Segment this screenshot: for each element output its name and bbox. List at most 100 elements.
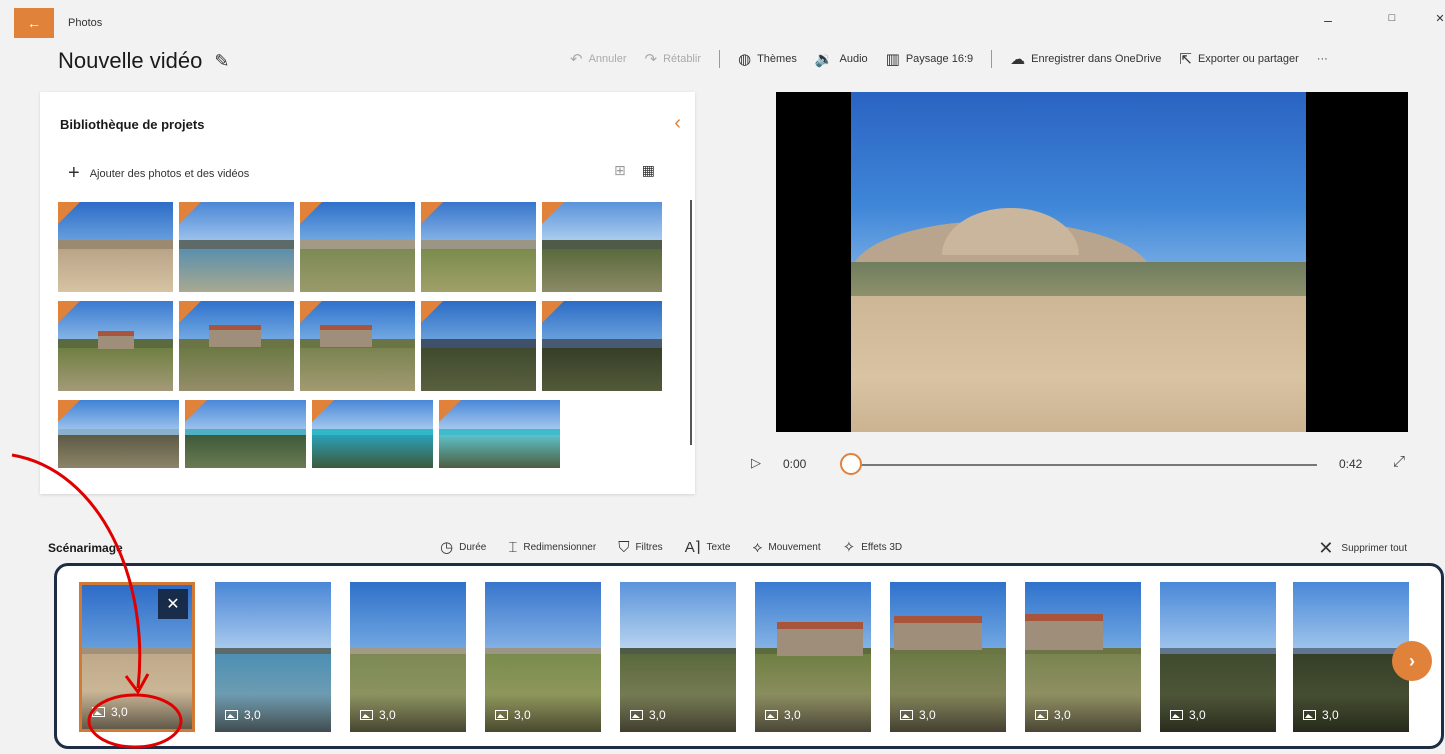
current-time: 0:00 [783, 457, 807, 471]
filters-label: Filtres [635, 541, 663, 553]
fullscreen-icon[interactable]: ⤢ [1393, 453, 1405, 470]
playback-bar: ▷ 0:00 0:42 ⤢ [745, 450, 1415, 480]
library-thumbnail[interactable] [179, 202, 294, 292]
seek-track[interactable] [851, 464, 1317, 466]
resize-icon: ⌶ [508, 538, 518, 556]
palette-icon: ◍ [737, 51, 752, 68]
clip-duration[interactable]: 3,0 [495, 708, 531, 722]
library-thumbnail[interactable] [421, 301, 536, 391]
library-thumbnail[interactable] [58, 400, 179, 468]
end-time: 0:42 [1339, 457, 1363, 471]
clip-duration[interactable]: 3,0 [1170, 708, 1206, 722]
resize-button[interactable]: ⌶ Redimensionner [508, 539, 596, 556]
motion-icon: ⟡ [752, 538, 763, 556]
library-thumbnail[interactable] [542, 301, 662, 391]
storyboard-clip[interactable]: 3,0 [485, 582, 601, 732]
add-media-button[interactable]: + Ajouter des photos et des vidéos [68, 162, 249, 185]
storyboard-clip[interactable]: 3,0 [350, 582, 466, 732]
library-thumbnail[interactable] [58, 301, 173, 391]
duration-label: Durée [459, 541, 487, 553]
image-icon [225, 710, 238, 720]
clip-duration[interactable]: 3,0 [1035, 708, 1071, 722]
view-toggle: ⊞ ▦ [614, 162, 655, 179]
clip-duration-label: 3,0 [244, 708, 261, 722]
redo-icon: ↷ [644, 51, 658, 68]
aspect-label: Paysage 16:9 [905, 53, 974, 65]
library-thumbnail[interactable] [300, 301, 415, 391]
duration-button[interactable]: ◷ Durée [440, 538, 486, 556]
video-preview[interactable] [776, 92, 1408, 432]
video-title-area: Nouvelle vidéo ✎ [58, 48, 229, 74]
export-button[interactable]: ⇱ Exporter ou partager [1179, 50, 1298, 68]
audio-button[interactable]: 🔉 Audio [815, 50, 868, 68]
3d-effects-button[interactable]: ✧ Effets 3D [843, 538, 903, 556]
clip-duration[interactable]: 3,0 [765, 708, 801, 722]
library-thumbnail[interactable] [179, 301, 294, 391]
storyboard-clip[interactable]: 3,0 [1025, 582, 1141, 732]
clip-duration[interactable]: 3,0 [92, 705, 128, 719]
resize-label: Redimensionner [523, 541, 597, 553]
clip-duration[interactable]: 3,0 [360, 708, 396, 722]
library-thumbnail[interactable] [58, 202, 173, 292]
close-window-button[interactable]: ✕ [1430, 12, 1445, 25]
text-button[interactable]: A⌉ Texte [685, 538, 731, 556]
large-grid-icon[interactable]: ▦ [642, 162, 655, 179]
remove-clip-button[interactable]: ✕ [158, 589, 188, 619]
library-title: Bibliothèque de projets [60, 117, 205, 132]
title-bar: ← Photos – □ ✕ [0, 0, 1445, 40]
themes-button[interactable]: ◍ Thèmes [738, 50, 797, 68]
more-button[interactable]: ··· [1317, 53, 1328, 65]
motion-label: Mouvement [768, 541, 821, 553]
clip-duration[interactable]: 3,0 [225, 708, 261, 722]
toolbar: ↶ Annuler ↷ Rétablir ◍ Thèmes 🔉 Audio ▥ Paysa… [570, 50, 1328, 68]
redo-button[interactable]: ↷ Rétablir [645, 50, 701, 68]
library-thumbnail[interactable] [312, 400, 433, 468]
storyboard-clip[interactable]: 3,0 [215, 582, 331, 732]
motion-button[interactable]: ⟡ Mouvement [752, 539, 820, 556]
clip-duration-label: 3,0 [919, 708, 936, 722]
pencil-icon[interactable]: ✎ [214, 51, 229, 72]
back-button[interactable]: ← [14, 8, 54, 38]
play-icon[interactable]: ▷ [751, 455, 761, 471]
library-thumbnail[interactable] [185, 400, 306, 468]
library-thumbnail[interactable] [542, 202, 662, 292]
maximize-button[interactable]: □ [1382, 12, 1402, 24]
library-thumbnail[interactable] [421, 202, 536, 292]
aspect-ratio-button[interactable]: ▥ Paysage 16:9 [886, 50, 973, 68]
3d-effects-label: Effets 3D [861, 541, 903, 553]
more-label: ··· [1316, 53, 1328, 65]
storyboard-strip: ✕ 3,0 3,0 3,0 3,0 3,0 3,0 3,0 3,0 3,0 3,… [54, 563, 1444, 749]
delete-all-button[interactable]: ✕ Supprimer tout [1318, 538, 1407, 559]
add-media-label: Ajouter des photos et des vidéos [89, 167, 250, 180]
clip-duration[interactable]: 3,0 [630, 708, 666, 722]
library-thumbnail[interactable] [300, 202, 415, 292]
minimize-button[interactable]: – [1318, 12, 1338, 28]
clip-duration[interactable]: 3,0 [900, 708, 936, 722]
save-onedrive-button[interactable]: ☁ Enregistrer dans OneDrive [1010, 50, 1161, 68]
small-grid-icon[interactable]: ⊞ [614, 162, 626, 179]
storyboard-clip[interactable]: 3,0 [1160, 582, 1276, 732]
image-icon [360, 710, 373, 720]
storyboard-clip[interactable]: 3,0 [755, 582, 871, 732]
themes-label: Thèmes [757, 53, 797, 65]
seek-handle[interactable] [840, 453, 862, 475]
3d-effects-icon: ✧ [842, 539, 856, 556]
toolbar-divider [718, 50, 720, 68]
filters-button[interactable]: ⛉ Filtres [618, 539, 663, 556]
cloud-icon: ☁ [1010, 51, 1026, 68]
storyboard-clip[interactable]: 3,0 [890, 582, 1006, 732]
library-scrollbar[interactable] [690, 200, 692, 445]
clip-duration[interactable]: 3,0 [1303, 708, 1339, 722]
video-title[interactable]: Nouvelle vidéo [58, 48, 202, 74]
image-icon [765, 710, 778, 720]
clip-duration-label: 3,0 [1189, 708, 1206, 722]
undo-button[interactable]: ↶ Annuler [570, 50, 627, 68]
next-chevron-icon[interactable]: › [1392, 641, 1432, 681]
plus-icon: + [68, 162, 80, 184]
delete-all-label: Supprimer tout [1341, 543, 1407, 554]
storyboard-title: Scénarimage [48, 541, 123, 555]
storyboard-clip[interactable]: 3,0 [620, 582, 736, 732]
collapse-chevron-icon[interactable]: ‹ [674, 112, 681, 135]
library-thumbnail[interactable] [439, 400, 560, 468]
storyboard-clip[interactable]: ✕ 3,0 [79, 582, 195, 732]
